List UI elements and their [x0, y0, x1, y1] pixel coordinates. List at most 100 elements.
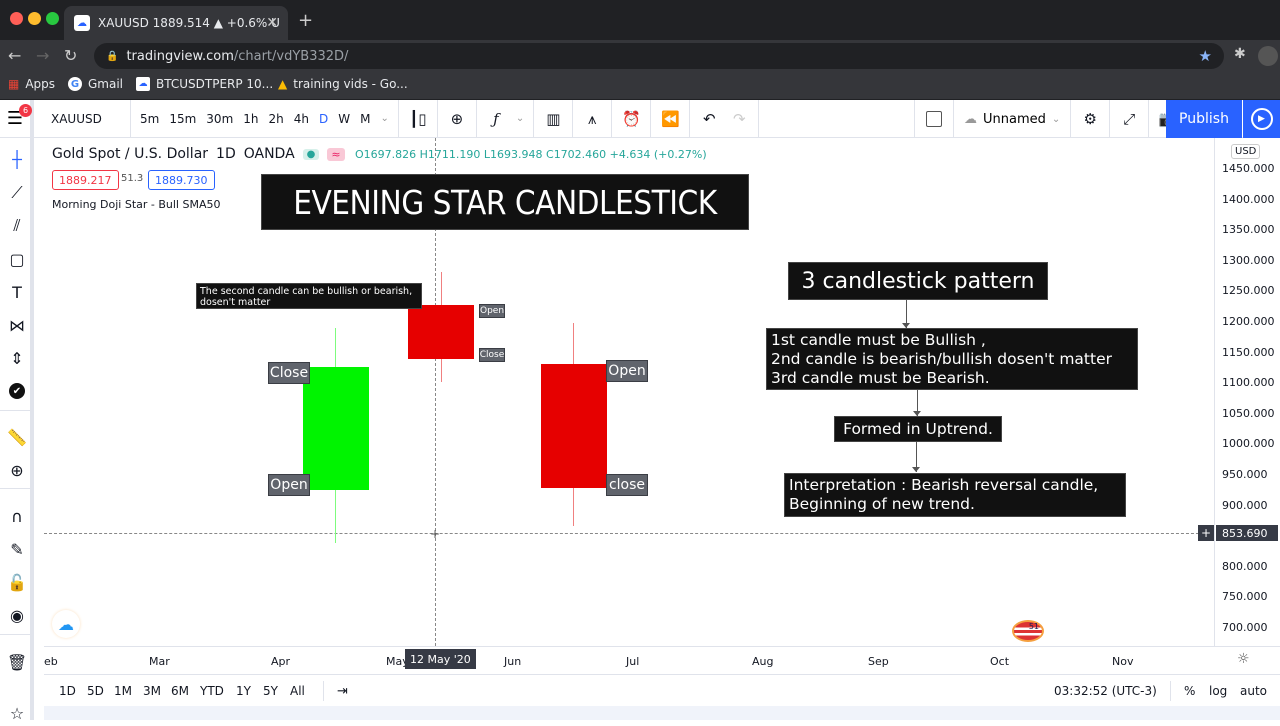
range-6m[interactable]: 6M — [171, 684, 189, 698]
redo-icon[interactable]: ↷ — [724, 100, 754, 138]
replay-rewind-icon[interactable]: ⏪ — [655, 100, 685, 138]
second-candle-note[interactable]: The second candle can be bullish or bear… — [196, 283, 422, 309]
interval-4h[interactable]: 4h — [289, 112, 314, 126]
bookmark-gmail[interactable]: G Gmail — [68, 77, 123, 91]
bookmark-apps[interactable]: ▦ Apps — [8, 77, 55, 91]
lock-drawings-icon[interactable]: 🔓 — [4, 569, 30, 595]
pattern-xabcd-icon[interactable]: ⋈ — [4, 312, 30, 338]
add-plus-icon[interactable]: + — [1198, 525, 1214, 541]
chart-title-annotation[interactable]: EVENING STAR CANDLESTICK — [261, 174, 749, 230]
hide-drawings-eye-icon[interactable]: ◉ — [4, 602, 30, 628]
currency-label[interactable]: USD — [1231, 144, 1261, 159]
stay-in-drawing-mode-pencil-icon[interactable]: ✎ — [4, 536, 30, 562]
financials-bars-icon[interactable]: ▥ — [538, 100, 568, 138]
trend-line-icon[interactable]: ⟋ — [4, 180, 30, 206]
layout-square-icon[interactable] — [919, 100, 949, 138]
interval-m[interactable]: M — [355, 112, 375, 126]
close-window-button[interactable] — [10, 12, 23, 25]
symbol-search-button[interactable]: XAUUSD — [46, 112, 126, 126]
range-1y[interactable]: 1Y — [236, 684, 251, 698]
compare-add-symbol-icon[interactable]: ⊕ — [442, 100, 472, 138]
candle-1-open-label[interactable]: Open — [268, 474, 310, 496]
maximize-window-button[interactable] — [46, 12, 59, 25]
us-flag-badge-icon[interactable]: 51 — [1012, 620, 1044, 642]
go-to-date-calendar-icon[interactable]: ⇥ — [337, 684, 348, 699]
sell-price-button[interactable]: 1889.217 — [52, 170, 119, 190]
clock-timezone[interactable]: 03:32:52 (UTC-3) — [1054, 684, 1157, 698]
symbol-description[interactable]: Gold Spot / U.S. Dollar — [52, 146, 208, 162]
prediction-measure-icon[interactable]: ⇕ — [4, 345, 30, 371]
interval-15m[interactable]: 15m — [164, 112, 201, 126]
rules-box[interactable]: 1st candle must be Bullish , 2nd candle … — [766, 328, 1138, 390]
crosshair-icon[interactable]: ┼ — [4, 146, 30, 172]
bookmark-btcusdtperp[interactable]: ☁ BTCUSDTPERP 10... — [136, 77, 273, 91]
interval-dropdown-chevron-icon[interactable]: ⌄ — [376, 113, 394, 124]
chart-pane[interactable]: Close Open Open Close Open close EVENING… — [44, 138, 1214, 646]
range-1d[interactable]: 1D — [59, 684, 76, 698]
settings-gear-icon[interactable]: ⚙ — [1075, 100, 1105, 138]
close-tab-icon[interactable]: ✕ — [266, 15, 278, 31]
range-5y[interactable]: 5Y — [263, 684, 278, 698]
browser-tab[interactable]: ☁ XAUUSD 1889.514 ▲ +0.6% U ✕ — [64, 6, 288, 40]
undo-icon[interactable]: ↶ — [694, 100, 724, 138]
percent-scale-toggle[interactable]: % — [1184, 684, 1195, 698]
fullscreen-icon[interactable]: ⤢ — [1114, 100, 1144, 138]
interval-d[interactable]: D — [314, 112, 333, 126]
main-menu-button[interactable]: ☰ 6 — [0, 99, 34, 138]
interval-1h[interactable]: 1h — [238, 112, 263, 126]
pattern-title-box[interactable]: 3 candlestick pattern — [788, 262, 1048, 300]
templates-icon[interactable]: ⩚ — [577, 100, 607, 138]
trend-box[interactable]: Formed in Uptrend. — [834, 416, 1002, 442]
indicators-dropdown-chevron-icon[interactable]: ⌄ — [511, 113, 529, 124]
trash-icon[interactable]: 🗑 — [4, 649, 30, 675]
range-ytd[interactable]: YTD — [200, 684, 224, 698]
candle-3-open-label[interactable]: Open — [606, 360, 648, 382]
back-icon[interactable]: ← — [8, 46, 21, 65]
range-1m[interactable]: 1M — [114, 684, 132, 698]
chart-type-candles-icon[interactable]: ┃▯ — [403, 100, 433, 138]
indicators-fx-icon[interactable]: ƒ — [481, 100, 511, 138]
text-tool-icon[interactable]: T — [4, 279, 30, 305]
candle-3-close-label[interactable]: close — [606, 474, 648, 496]
rectangle-shape-icon[interactable]: ▢ — [4, 246, 30, 272]
indicator-legend[interactable]: Morning Doji Star - Bull SMA50 — [52, 198, 220, 211]
new-tab-button[interactable]: + — [298, 10, 313, 31]
candle-2-body[interactable] — [408, 305, 474, 359]
fib-pitchfork-icon[interactable]: ⫽ — [4, 213, 30, 239]
publish-play-button[interactable]: ▶ — [1243, 100, 1280, 138]
interval-w[interactable]: W — [333, 112, 355, 126]
candle-1-body[interactable] — [303, 367, 369, 490]
zoom-in-icon[interactable]: ⊕ — [4, 457, 30, 483]
candle-1-close-label[interactable]: Close — [268, 362, 310, 384]
log-scale-toggle[interactable]: log — [1209, 684, 1227, 698]
extensions-icon[interactable]: ✱ — [1234, 46, 1246, 62]
interval-30m[interactable]: 30m — [201, 112, 238, 126]
ruler-icon[interactable]: 📏 — [4, 424, 30, 450]
range-all[interactable]: All — [290, 684, 305, 698]
candle-2-open-label[interactable]: Open — [479, 304, 505, 318]
checkmark-icon[interactable]: ✔ — [4, 378, 30, 404]
alert-clock-icon[interactable]: ⏰ — [616, 100, 646, 138]
layout-name-button[interactable]: ☁ Unnamed ⌄ — [958, 112, 1066, 127]
interval-2h[interactable]: 2h — [264, 112, 289, 126]
interval-5m[interactable]: 5m — [135, 112, 164, 126]
bookmark-star-icon[interactable]: ★ — [1199, 47, 1212, 65]
bookmark-training-vids[interactable]: ▲ training vids - Go... — [278, 77, 408, 91]
publish-button[interactable]: Publish — [1166, 100, 1242, 138]
range-3m[interactable]: 3M — [143, 684, 161, 698]
axis-settings-gear-icon[interactable]: ☼ — [1237, 651, 1250, 667]
minimize-window-button[interactable] — [28, 12, 41, 25]
candle-2-close-label[interactable]: Close — [479, 348, 505, 362]
candle-3-body[interactable] — [541, 364, 607, 488]
magnet-icon[interactable]: ∩ — [4, 503, 30, 529]
auto-scale-toggle[interactable]: auto — [1240, 684, 1267, 698]
url-input[interactable]: 🔒 tradingview.com/chart/vdYB332D/ ★ — [94, 43, 1224, 69]
favorites-star-icon[interactable]: ☆ — [4, 700, 30, 726]
range-5d[interactable]: 5D — [87, 684, 104, 698]
tradingview-logo-icon[interactable]: ☁ — [52, 610, 80, 638]
forward-icon[interactable]: → — [36, 46, 49, 65]
reload-icon[interactable]: ↻ — [64, 46, 77, 65]
profile-avatar[interactable] — [1258, 46, 1278, 66]
interpretation-box[interactable]: Interpretation : Bearish reversal candle… — [784, 473, 1126, 517]
time-axis[interactable]: eb Mar Apr May Jun Jul Aug Sep Oct Nov 1… — [44, 646, 1280, 674]
